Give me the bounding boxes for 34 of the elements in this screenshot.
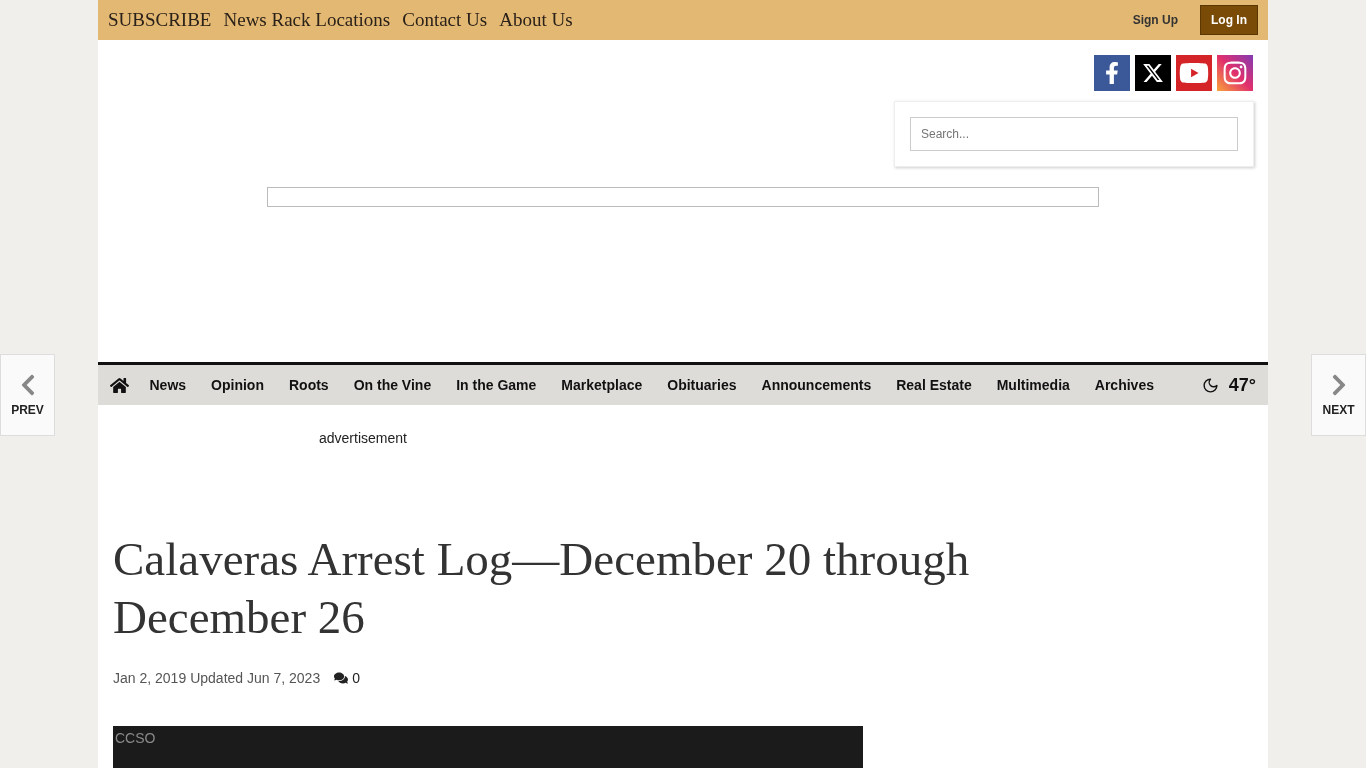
nav-item[interactable]: Obituaries	[654, 377, 749, 393]
facebook-icon[interactable]	[1094, 55, 1130, 91]
instagram-icon[interactable]	[1217, 55, 1253, 91]
youtube-icon[interactable]	[1176, 55, 1212, 91]
search-field[interactable]: Search...	[910, 117, 1238, 151]
nav-item[interactable]: Marketplace	[548, 377, 655, 393]
article-title: Calaveras Arrest Log—December 20 through December 26	[112, 532, 971, 645]
nav-item[interactable]: In the Game	[443, 377, 549, 393]
top-link[interactable]: News Rack Locations	[223, 9, 391, 31]
nav-item[interactable]: Archives	[1082, 377, 1167, 393]
publish-date: Jan 2, 2019	[113, 670, 187, 686]
nav-item[interactable]: Opinion	[198, 377, 277, 393]
temperature: 47°	[1228, 374, 1256, 396]
prev-button[interactable]: PREV	[0, 354, 55, 436]
x-icon[interactable]	[1135, 55, 1171, 91]
nav-item[interactable]: Announcements	[749, 377, 884, 393]
log-in-button[interactable]: Log In	[1200, 5, 1258, 35]
top-link[interactable]: SUBSCRIBE	[108, 9, 212, 31]
nav-item[interactable]: Real Estate	[883, 377, 985, 393]
sign-up-link[interactable]: Sign Up	[1132, 13, 1178, 27]
nav-item[interactable]: News	[137, 377, 199, 393]
moon-icon	[1201, 376, 1219, 394]
top-link[interactable]: Contact Us	[402, 9, 488, 31]
nav-item[interactable]: On the Vine	[341, 377, 444, 393]
comment-count[interactable]: 0	[352, 670, 360, 686]
top-link[interactable]: About Us	[499, 9, 573, 31]
home-icon[interactable]	[110, 375, 129, 395]
image-alt-text: CCSO	[115, 730, 156, 746]
next-button[interactable]: NEXT	[1311, 354, 1366, 436]
nav-item[interactable]: Multimedia	[984, 377, 1083, 393]
nav-item[interactable]: Roots	[276, 377, 342, 393]
advertisement-alt-text: advertisement	[319, 430, 407, 446]
comments-icon[interactable]	[334, 671, 349, 685]
updated-date: Updated Jun 7, 2023	[190, 670, 321, 686]
